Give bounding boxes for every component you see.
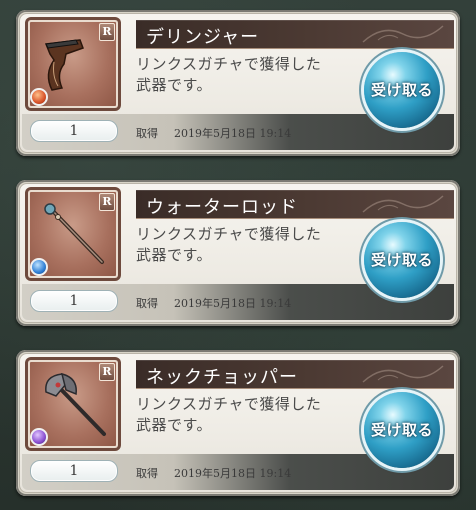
ornament-icon [362, 195, 444, 213]
acquired-info: 取得 2019年5月18日 19:14 [136, 125, 291, 141]
ornament-icon [362, 25, 444, 43]
rarity-badge: R [99, 23, 115, 41]
item-description: リンクスガチャで獲得した 武器です。 [136, 395, 322, 434]
item-name: ネックチョッパー [146, 367, 298, 388]
acquired-label: 取得 [136, 127, 158, 140]
acquired-info: 取得 2019年5月18日 19:14 [136, 465, 291, 481]
fire-element-icon [30, 88, 48, 106]
item-name: デリンジャー [146, 27, 260, 48]
quantity-display: 1 [30, 290, 118, 312]
acquired-info: 取得 2019年5月18日 19:14 [136, 295, 291, 311]
acquired-date: 2019年5月18日 19:14 [174, 297, 292, 310]
weapon-thumbnail: R [28, 190, 118, 278]
receive-button[interactable]: 受け取る [364, 392, 440, 468]
item-description: リンクスガチャで獲得した 武器です。 [136, 55, 322, 94]
rarity-badge: R [99, 193, 115, 211]
item-card-derringer: R デリンジャー リンクスガチャで獲得した 武器です。 1 取得 2019年5月1… [16, 10, 460, 156]
acquired-date: 2019年5月18日 19:14 [174, 467, 292, 480]
quantity-display: 1 [30, 120, 118, 142]
item-card-neck-chopper: R ネックチョッパー リンクスガチャで獲得した 武器です。 1 取得 2019年5… [16, 350, 460, 496]
item-name: ウォーターロッド [146, 197, 298, 218]
ornament-icon [362, 365, 444, 383]
acquired-label: 取得 [136, 297, 158, 310]
dark-element-icon [30, 428, 48, 446]
item-title-bar: デリンジャー [136, 20, 454, 49]
water-element-icon [30, 258, 48, 276]
item-card-water-rod: R ウォーターロッド リンクスガチャで獲得した 武器です。 1 取得 2019年5… [16, 180, 460, 326]
weapon-thumbnail: R [28, 20, 118, 108]
receive-button[interactable]: 受け取る [364, 222, 440, 298]
item-title-bar: ウォーターロッド [136, 190, 454, 219]
item-description: リンクスガチャで獲得した 武器です。 [136, 225, 322, 264]
rarity-badge: R [99, 363, 115, 381]
quantity-display: 1 [30, 460, 118, 482]
receive-button[interactable]: 受け取る [364, 52, 440, 128]
acquired-label: 取得 [136, 467, 158, 480]
weapon-thumbnail: R [28, 360, 118, 448]
item-title-bar: ネックチョッパー [136, 360, 454, 389]
acquired-date: 2019年5月18日 19:14 [174, 127, 292, 140]
